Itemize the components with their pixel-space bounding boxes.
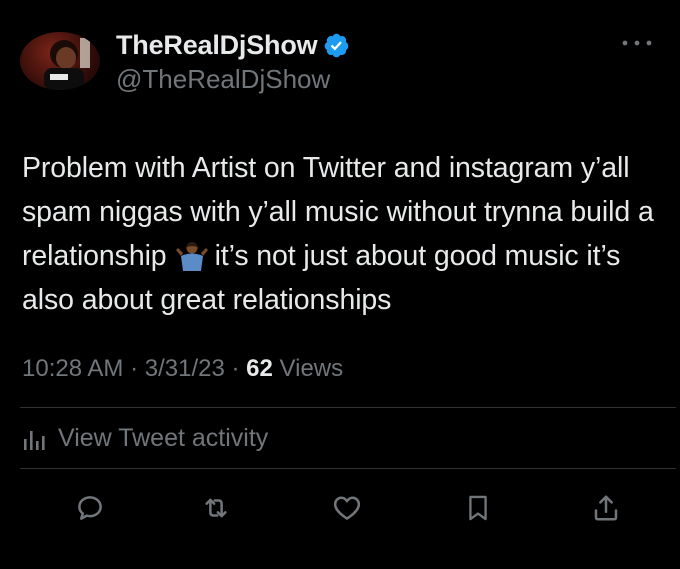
views-count: 62 xyxy=(246,355,273,382)
verified-badge-icon xyxy=(325,33,349,57)
tweet-date[interactable]: 3/31/23 xyxy=(145,355,225,382)
reply-icon xyxy=(78,496,102,520)
reply-button[interactable] xyxy=(70,488,110,528)
tweet-text: Problem with Artist on Twitter and insta… xyxy=(22,146,662,322)
action-bar xyxy=(0,488,680,528)
meta-separator: · xyxy=(231,355,240,382)
more-options-icon[interactable] xyxy=(620,38,654,48)
person-shrugging-emoji-icon xyxy=(175,242,208,271)
tweet: TheRealDjShow @TheRealDjShow Problem wit… xyxy=(0,0,680,569)
view-tweet-activity-link[interactable]: View Tweet activity xyxy=(22,424,268,453)
tweet-time[interactable]: 10:28 AM xyxy=(22,355,123,382)
meta-separator: · xyxy=(130,355,139,382)
views-label: Views xyxy=(279,355,344,382)
avatar[interactable] xyxy=(20,32,100,90)
analytics-bars-icon xyxy=(24,430,45,450)
share-button[interactable] xyxy=(586,488,626,528)
retweet-icon xyxy=(205,498,227,518)
retweet-button[interactable] xyxy=(196,488,236,528)
author-names: TheRealDjShow @TheRealDjShow xyxy=(116,28,350,95)
tweet-meta: 10:28 AM · 3/31/23 · 62 Views xyxy=(22,355,343,383)
bookmark-icon xyxy=(469,495,487,521)
like-button[interactable] xyxy=(327,488,367,528)
display-name-row: TheRealDjShow xyxy=(116,28,350,62)
share-icon xyxy=(594,495,618,521)
divider xyxy=(20,407,676,408)
bookmark-button[interactable] xyxy=(458,488,498,528)
tweet-header: TheRealDjShow @TheRealDjShow xyxy=(20,28,660,95)
divider xyxy=(20,468,676,469)
display-name[interactable]: TheRealDjShow xyxy=(116,30,318,61)
view-tweet-activity-label: View Tweet activity xyxy=(58,424,269,452)
author-handle[interactable]: @TheRealDjShow xyxy=(116,64,350,95)
like-icon xyxy=(333,496,361,520)
